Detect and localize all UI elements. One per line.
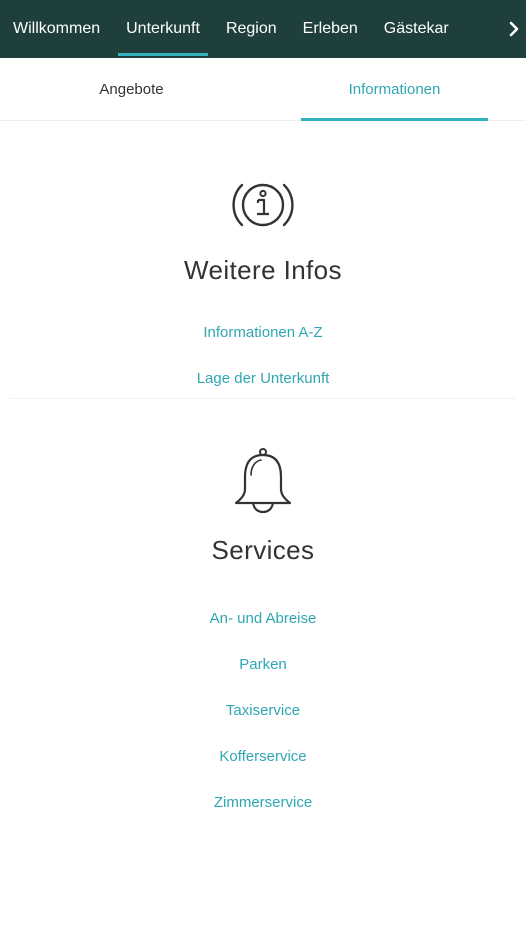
- nav-scroll-right-button[interactable]: [502, 0, 526, 58]
- nav-item-unterkunft[interactable]: Unterkunft: [114, 0, 212, 58]
- chevron-right-icon: [509, 21, 519, 37]
- link-informationen-a-z[interactable]: Informationen A-Z: [0, 324, 526, 341]
- section-weitere-infos: Weitere Infos Informationen A-Z Lage der…: [0, 121, 526, 398]
- link-kofferservice[interactable]: Kofferservice: [0, 748, 526, 765]
- nav-item-region[interactable]: Region: [214, 0, 289, 58]
- nav-item-willkommen[interactable]: Willkommen: [1, 0, 112, 58]
- sub-tabs: Angebote Informationen: [0, 58, 526, 121]
- info-icon: [232, 183, 294, 227]
- bell-icon: [234, 448, 292, 514]
- top-nav-items: Willkommen Unterkunft Region Erleben Gäs…: [0, 0, 462, 58]
- link-zimmerservice[interactable]: Zimmerservice: [0, 794, 526, 811]
- tab-angebote[interactable]: Angebote: [0, 58, 263, 120]
- bell-icon-wrapper: [0, 445, 526, 515]
- top-navigation: Willkommen Unterkunft Region Erleben Gäs…: [0, 0, 526, 58]
- nav-item-erleben[interactable]: Erleben: [291, 0, 370, 58]
- link-an-und-abreise[interactable]: An- und Abreise: [0, 610, 526, 627]
- section-services: Services An- und Abreise Parken Taxiserv…: [0, 399, 526, 811]
- section-title-weitere-infos: Weitere Infos: [184, 255, 342, 285]
- link-lage-der-unterkunft[interactable]: Lage der Unterkunft: [0, 370, 526, 387]
- nav-item-gaestekarte[interactable]: Gästekar: [372, 0, 461, 58]
- tab-informationen[interactable]: Informationen: [263, 58, 526, 121]
- section-title-services: Services: [211, 535, 315, 565]
- info-icon-wrapper: [0, 173, 526, 237]
- link-parken[interactable]: Parken: [0, 656, 526, 673]
- link-taxiservice[interactable]: Taxiservice: [0, 702, 526, 719]
